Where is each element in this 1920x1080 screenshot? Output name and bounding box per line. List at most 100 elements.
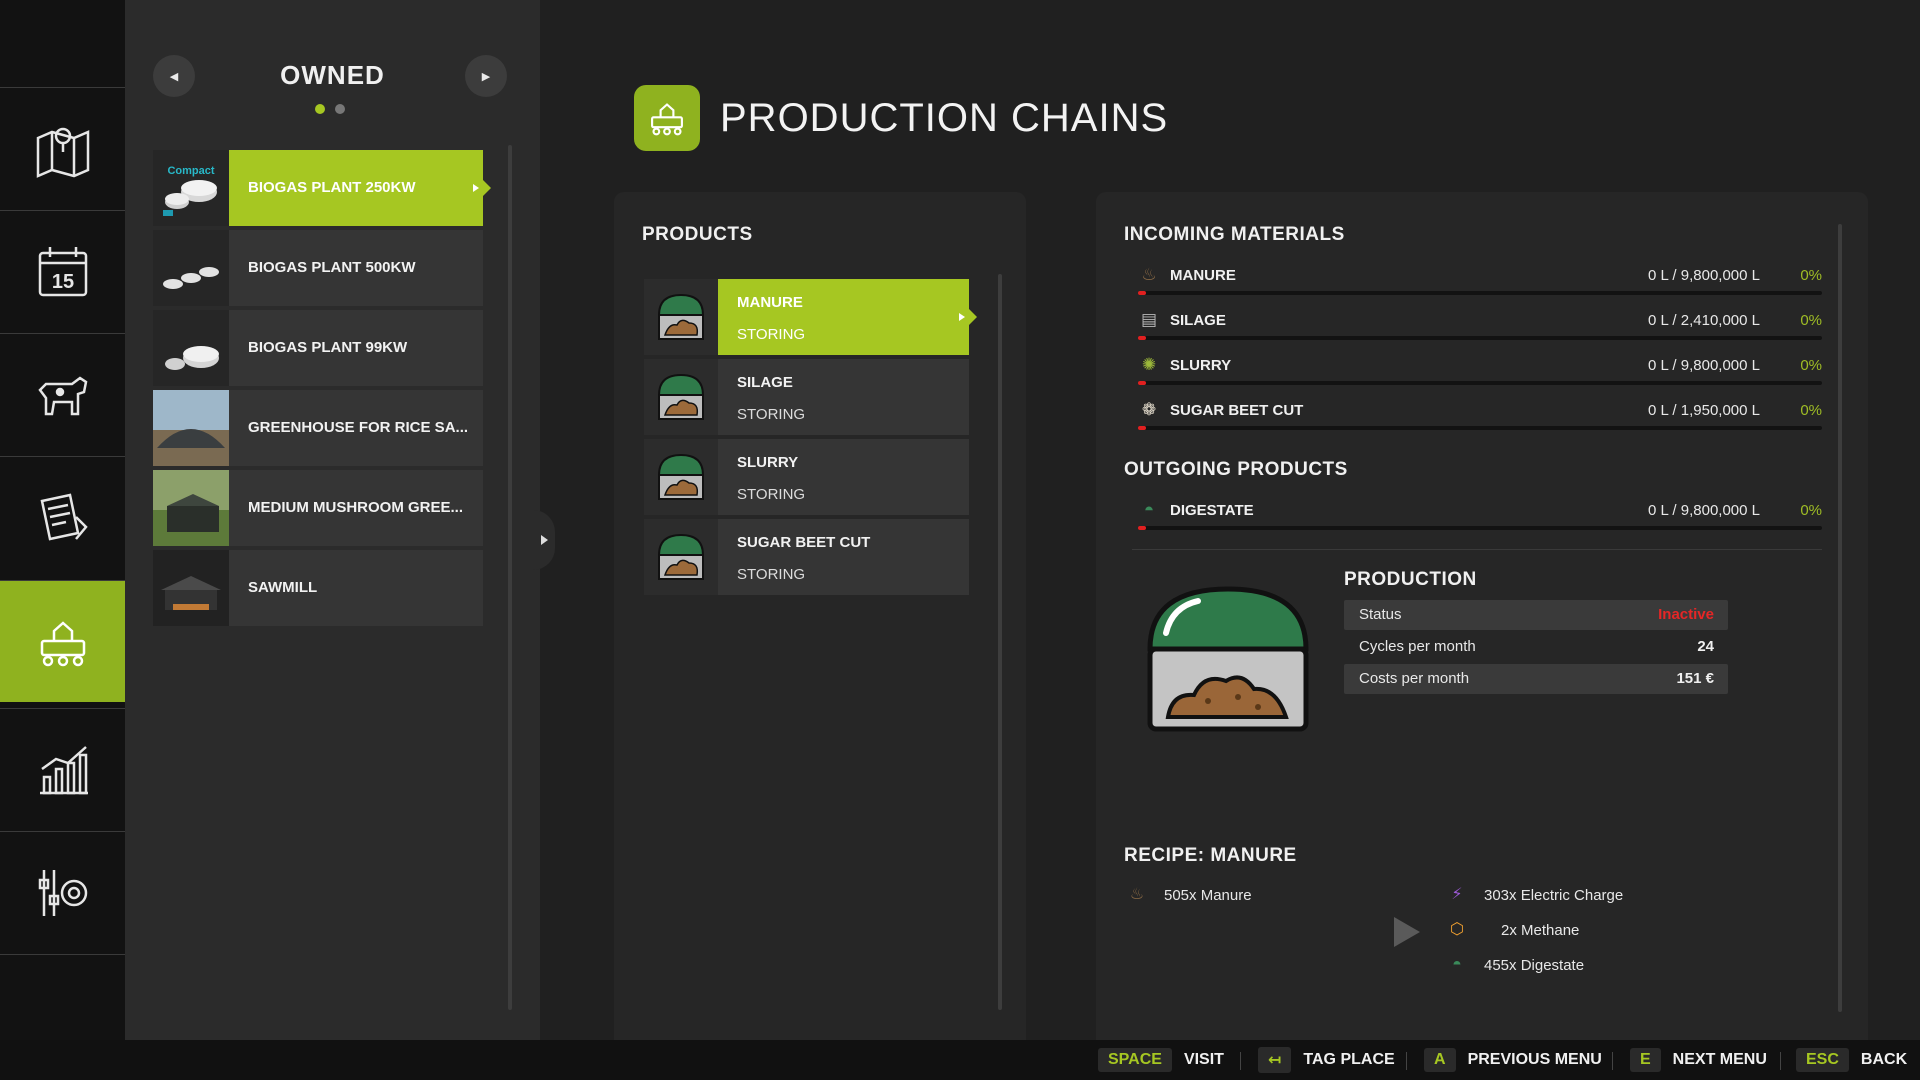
fill-level bbox=[1138, 381, 1146, 385]
digestate-icon: ◓ bbox=[1143, 500, 1155, 519]
owned-item-mushroom-greenhouse[interactable]: MEDIUM MUSHROOM GREE... bbox=[153, 470, 483, 546]
settings-icon bbox=[38, 869, 87, 916]
nav-settings[interactable] bbox=[0, 831, 125, 953]
incoming-row-silage: ▤ SILAGE 0 L / 2,410,000 L 0% bbox=[1138, 309, 1822, 343]
hint-separator bbox=[1406, 1052, 1407, 1070]
biogas-plant-thumbnail: Compact bbox=[153, 150, 229, 226]
fill-level-bar bbox=[1138, 426, 1822, 430]
products-scrollbar[interactable] bbox=[998, 274, 1002, 1010]
owned-item-biogas-500kw[interactable]: BIOGAS PLANT 500KW bbox=[153, 230, 483, 306]
details-panel: INCOMING MATERIALS ♨ MANURE 0 L / 9,800,… bbox=[1096, 192, 1868, 1040]
statistics-icon bbox=[39, 745, 88, 794]
details-scrollbar[interactable] bbox=[1838, 224, 1842, 1012]
greenhouse-thumbnail bbox=[153, 390, 229, 466]
page-dot-active bbox=[315, 104, 325, 114]
chevron-right-icon bbox=[959, 313, 965, 321]
nav-divider bbox=[0, 954, 125, 955]
hint-next-menu[interactable]: E NEXT MENU bbox=[1630, 1046, 1767, 1074]
fill-level bbox=[1138, 426, 1146, 430]
calendar-icon: 15 bbox=[38, 246, 87, 296]
page-title: PRODUCTION CHAINS bbox=[720, 96, 1169, 140]
chevron-right-icon bbox=[473, 184, 479, 192]
material-amount: 0 L / 1,950,000 L bbox=[1647, 402, 1760, 419]
manure-icon: ♨ bbox=[1141, 265, 1157, 284]
costs-value: 151 € bbox=[1676, 670, 1714, 687]
material-name: SLURRY bbox=[1170, 357, 1232, 374]
row-label: Costs per month bbox=[1359, 670, 1470, 687]
nav-statistics[interactable] bbox=[0, 708, 125, 830]
incoming-row-manure: ♨ MANURE 0 L / 9,800,000 L 0% bbox=[1138, 264, 1822, 298]
owned-scrollbar[interactable] bbox=[508, 145, 512, 1010]
production-row-status: Status Inactive bbox=[1344, 600, 1728, 630]
sawmill-thumbnail bbox=[153, 550, 229, 626]
recipe-input: 505x Manure bbox=[1164, 887, 1252, 904]
product-name: SLURRY bbox=[737, 454, 799, 471]
product-status: STORING bbox=[737, 486, 806, 503]
material-amount: 0 L / 2,410,000 L bbox=[1647, 312, 1760, 329]
map-icon bbox=[36, 127, 89, 178]
key-space: SPACE bbox=[1098, 1048, 1172, 1072]
recipe-output: 455x Digestate bbox=[1484, 957, 1585, 974]
owned-item-biogas-99kw[interactable]: BIOGAS PLANT 99KW bbox=[153, 310, 483, 386]
product-item-manure[interactable]: MANURE STORING bbox=[644, 279, 977, 355]
key-esc: ESC bbox=[1796, 1048, 1849, 1072]
owned-item-label: GREENHOUSE FOR RICE SA... bbox=[248, 419, 469, 436]
collapse-panel-toggle[interactable] bbox=[533, 510, 555, 570]
nav-contracts[interactable] bbox=[0, 456, 125, 578]
owned-item-label: BIOGAS PLANT 500KW bbox=[248, 259, 416, 276]
production-icon bbox=[40, 620, 85, 666]
material-percent: 0% bbox=[1800, 502, 1822, 519]
material-amount: 0 L / 9,800,000 L bbox=[1647, 357, 1760, 374]
hint-tag-place[interactable]: ↤ TAG PLACE bbox=[1258, 1046, 1395, 1074]
owned-item-label: BIOGAS PLANT 250KW bbox=[248, 179, 416, 196]
material-name: SILAGE bbox=[1170, 312, 1226, 329]
hint-visit[interactable]: SPACE VISIT bbox=[1098, 1046, 1224, 1074]
product-item-silage[interactable]: SILAGE STORING bbox=[644, 359, 969, 435]
fill-level-bar bbox=[1138, 291, 1822, 295]
nav-production[interactable] bbox=[0, 580, 133, 702]
recipe-title: RECIPE: MANURE bbox=[1124, 845, 1297, 866]
product-item-sugar-beet-cut[interactable]: SUGAR BEET CUT STORING bbox=[644, 519, 969, 595]
production-chains-icon bbox=[634, 85, 700, 151]
hint-previous-menu[interactable]: A PREVIOUS MENU bbox=[1424, 1046, 1602, 1074]
calendar-day: 15 bbox=[51, 271, 73, 293]
storage-silo-icon bbox=[644, 519, 718, 595]
product-name: MANURE bbox=[737, 294, 803, 311]
production-chains-screen: 15 ◀ OWNED ▶ Compact BIOGAS PLANT 250KW … bbox=[0, 0, 1920, 1080]
chevron-right-icon bbox=[540, 535, 548, 545]
owned-item-sawmill[interactable]: SAWMILL bbox=[153, 550, 483, 626]
play-arrow-icon bbox=[1394, 917, 1420, 947]
nav-animals[interactable] bbox=[0, 333, 125, 455]
manure-icon: ♨ bbox=[1129, 886, 1145, 903]
material-percent: 0% bbox=[1800, 312, 1822, 329]
chevron-right-icon: ▶ bbox=[481, 70, 491, 83]
next-page-button[interactable]: ▶ bbox=[465, 55, 507, 97]
hint-label: TAG PLACE bbox=[1303, 1051, 1395, 1068]
owned-item-greenhouse-rice[interactable]: GREENHOUSE FOR RICE SA... bbox=[153, 390, 483, 466]
product-name: SUGAR BEET CUT bbox=[737, 534, 871, 551]
material-percent: 0% bbox=[1800, 267, 1822, 284]
owned-item-biogas-250kw[interactable]: Compact BIOGAS PLANT 250KW bbox=[153, 150, 491, 226]
input-hints-bar: SPACE VISIT ↤ TAG PLACE A PREVIOUS MENU … bbox=[0, 1040, 1920, 1080]
animals-icon bbox=[37, 375, 87, 415]
product-item-slurry[interactable]: SLURRY STORING bbox=[644, 439, 969, 515]
material-name: SUGAR BEET CUT bbox=[1170, 402, 1304, 419]
products-panel: PRODUCTS MANURE STORING SILAGE STORING S… bbox=[614, 192, 1026, 1040]
thumb-caption: Compact bbox=[167, 165, 214, 177]
hint-back[interactable]: ESC BACK bbox=[1796, 1046, 1907, 1074]
material-amount: 0 L / 9,800,000 L bbox=[1647, 502, 1760, 519]
biogas-plant-thumbnail bbox=[153, 310, 229, 386]
nav-map[interactable] bbox=[0, 87, 125, 209]
fill-level-bar bbox=[1138, 526, 1822, 530]
fill-level bbox=[1138, 336, 1146, 340]
key-tab: ↤ bbox=[1258, 1047, 1292, 1073]
material-name: MANURE bbox=[1170, 267, 1236, 284]
key-a: A bbox=[1424, 1048, 1456, 1072]
storage-silo-icon bbox=[644, 439, 718, 515]
row-label: Status bbox=[1359, 606, 1402, 623]
hint-separator bbox=[1780, 1052, 1781, 1070]
nav-calendar[interactable]: 15 bbox=[0, 210, 125, 332]
product-status: STORING bbox=[737, 566, 806, 583]
status-value: Inactive bbox=[1658, 606, 1714, 623]
hint-separator bbox=[1612, 1052, 1613, 1070]
